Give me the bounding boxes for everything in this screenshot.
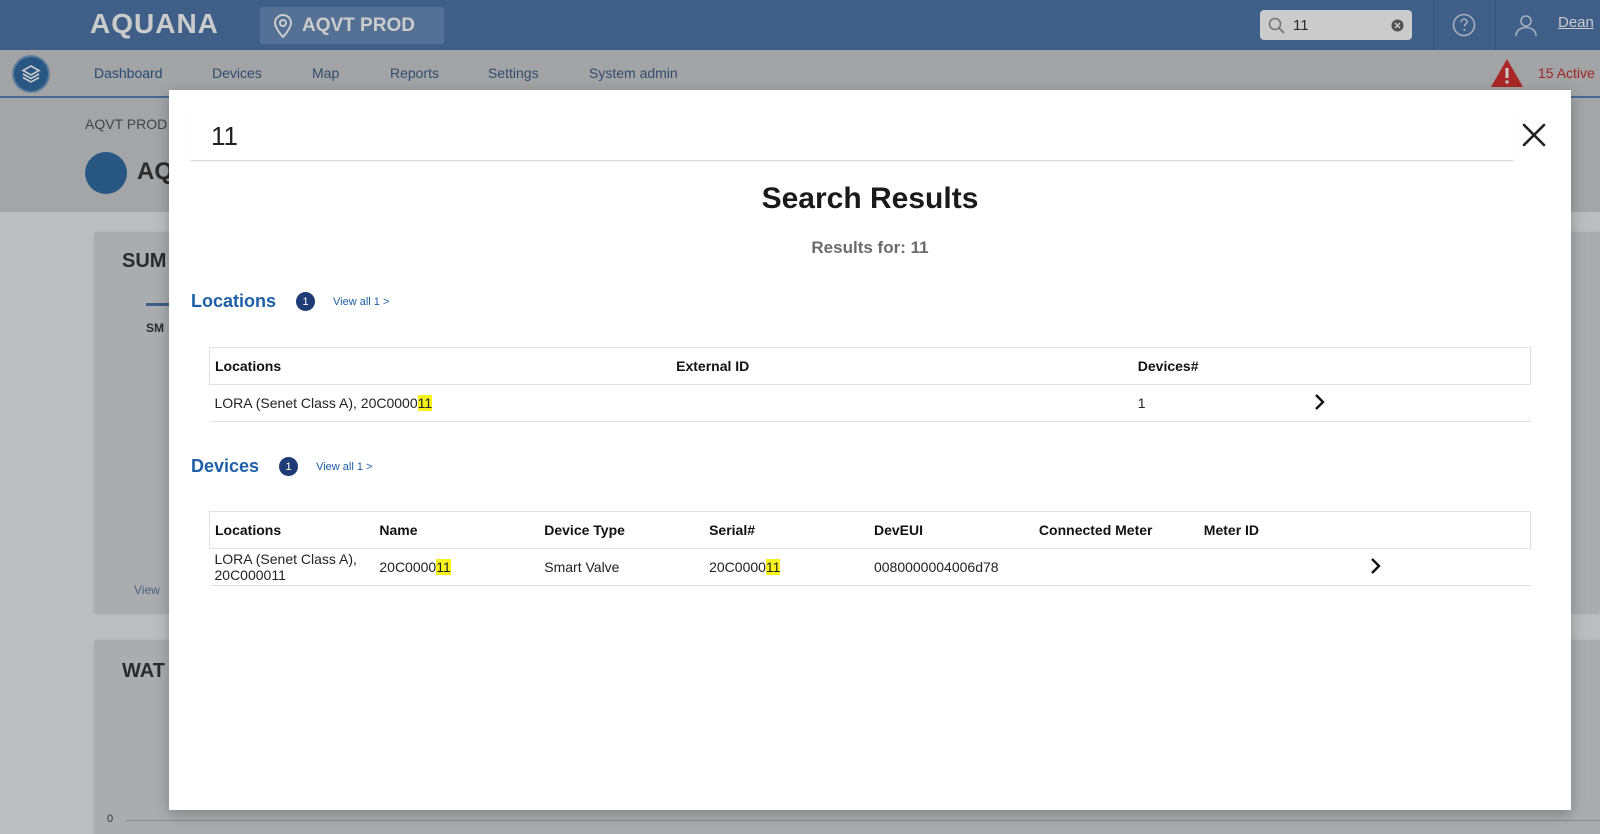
devices-section-header: Devices 1 View all 1 > bbox=[191, 456, 372, 477]
column-header: Name bbox=[374, 511, 540, 549]
results-for-value: 11 bbox=[910, 238, 929, 257]
table-header-row: Locations Name Device Type Serial# DevEU… bbox=[209, 511, 1531, 549]
column-header: Device Type bbox=[539, 511, 705, 549]
search-match-highlight: 11 bbox=[436, 559, 451, 575]
column-header: Locations bbox=[209, 347, 672, 385]
deveui-cell: 0080000004006d78 bbox=[868, 548, 1034, 586]
devices-view-all-link[interactable]: View all 1 > bbox=[316, 461, 372, 473]
results-for: Results for: 11 bbox=[169, 238, 1571, 258]
chevron-right-icon[interactable] bbox=[1313, 393, 1327, 411]
table-row[interactable]: LORA (Senet Class A), 20C000011 1 bbox=[209, 384, 1531, 422]
table-row[interactable]: LORA (Senet Class A), 20C000011 20C00001… bbox=[209, 548, 1531, 586]
column-header: DevEUI bbox=[868, 511, 1034, 549]
column-header-empty bbox=[1307, 347, 1531, 385]
column-header: Serial# bbox=[704, 511, 869, 549]
external-id-cell bbox=[671, 384, 1133, 422]
column-header: Locations bbox=[209, 511, 375, 549]
devices-count-badge: 1 bbox=[279, 457, 299, 476]
name-cell: 20C000011 bbox=[374, 548, 540, 586]
locations-table: Locations External ID Devices# LORA (Sen… bbox=[209, 347, 1531, 422]
devices-table: Locations Name Device Type Serial# DevEU… bbox=[209, 511, 1531, 586]
modal-search-input[interactable] bbox=[191, 112, 1513, 161]
column-header: Meter ID bbox=[1198, 511, 1364, 549]
results-for-label: Results for: bbox=[811, 238, 906, 257]
results-title: Search Results bbox=[761, 182, 979, 215]
close-icon[interactable] bbox=[1517, 118, 1551, 152]
locations-count-badge: 1 bbox=[296, 292, 316, 311]
location-cell: LORA (Senet Class A), 20C000011 bbox=[209, 548, 375, 586]
serial-text: 20C0000 bbox=[709, 559, 766, 575]
table-header-row: Locations External ID Devices# bbox=[209, 347, 1531, 385]
column-header: Connected Meter bbox=[1033, 511, 1199, 549]
meter-id-cell bbox=[1198, 548, 1364, 586]
search-match-highlight: 11 bbox=[765, 559, 781, 575]
column-header-empty bbox=[1363, 511, 1531, 549]
locations-section-title: Locations bbox=[191, 291, 277, 311]
row-action-cell bbox=[1363, 548, 1531, 586]
search-match-highlight: 11 bbox=[417, 395, 433, 411]
connected-meter-cell bbox=[1033, 548, 1199, 586]
locations-view-all-link[interactable]: View all 1 > bbox=[333, 296, 389, 308]
row-action-cell bbox=[1307, 384, 1531, 422]
column-header: Devices# bbox=[1132, 347, 1308, 385]
column-header: External ID bbox=[671, 347, 1133, 385]
devices-section-title: Devices bbox=[191, 456, 260, 476]
serial-cell: 20C000011 bbox=[704, 548, 869, 586]
location-text: LORA (Senet Class A), 20C0000 bbox=[214, 395, 418, 411]
device-type-cell: Smart Valve bbox=[539, 548, 705, 586]
search-modal: Search Results Results for: 11 Locations… bbox=[169, 90, 1571, 810]
location-cell: LORA (Senet Class A), 20C000011 bbox=[209, 384, 672, 422]
devices-count-cell: 1 bbox=[1132, 384, 1308, 422]
device-name-text: 20C0000 bbox=[379, 559, 437, 575]
chevron-right-icon[interactable] bbox=[1369, 557, 1383, 575]
locations-section-header: Locations 1 View all 1 > bbox=[191, 291, 389, 312]
